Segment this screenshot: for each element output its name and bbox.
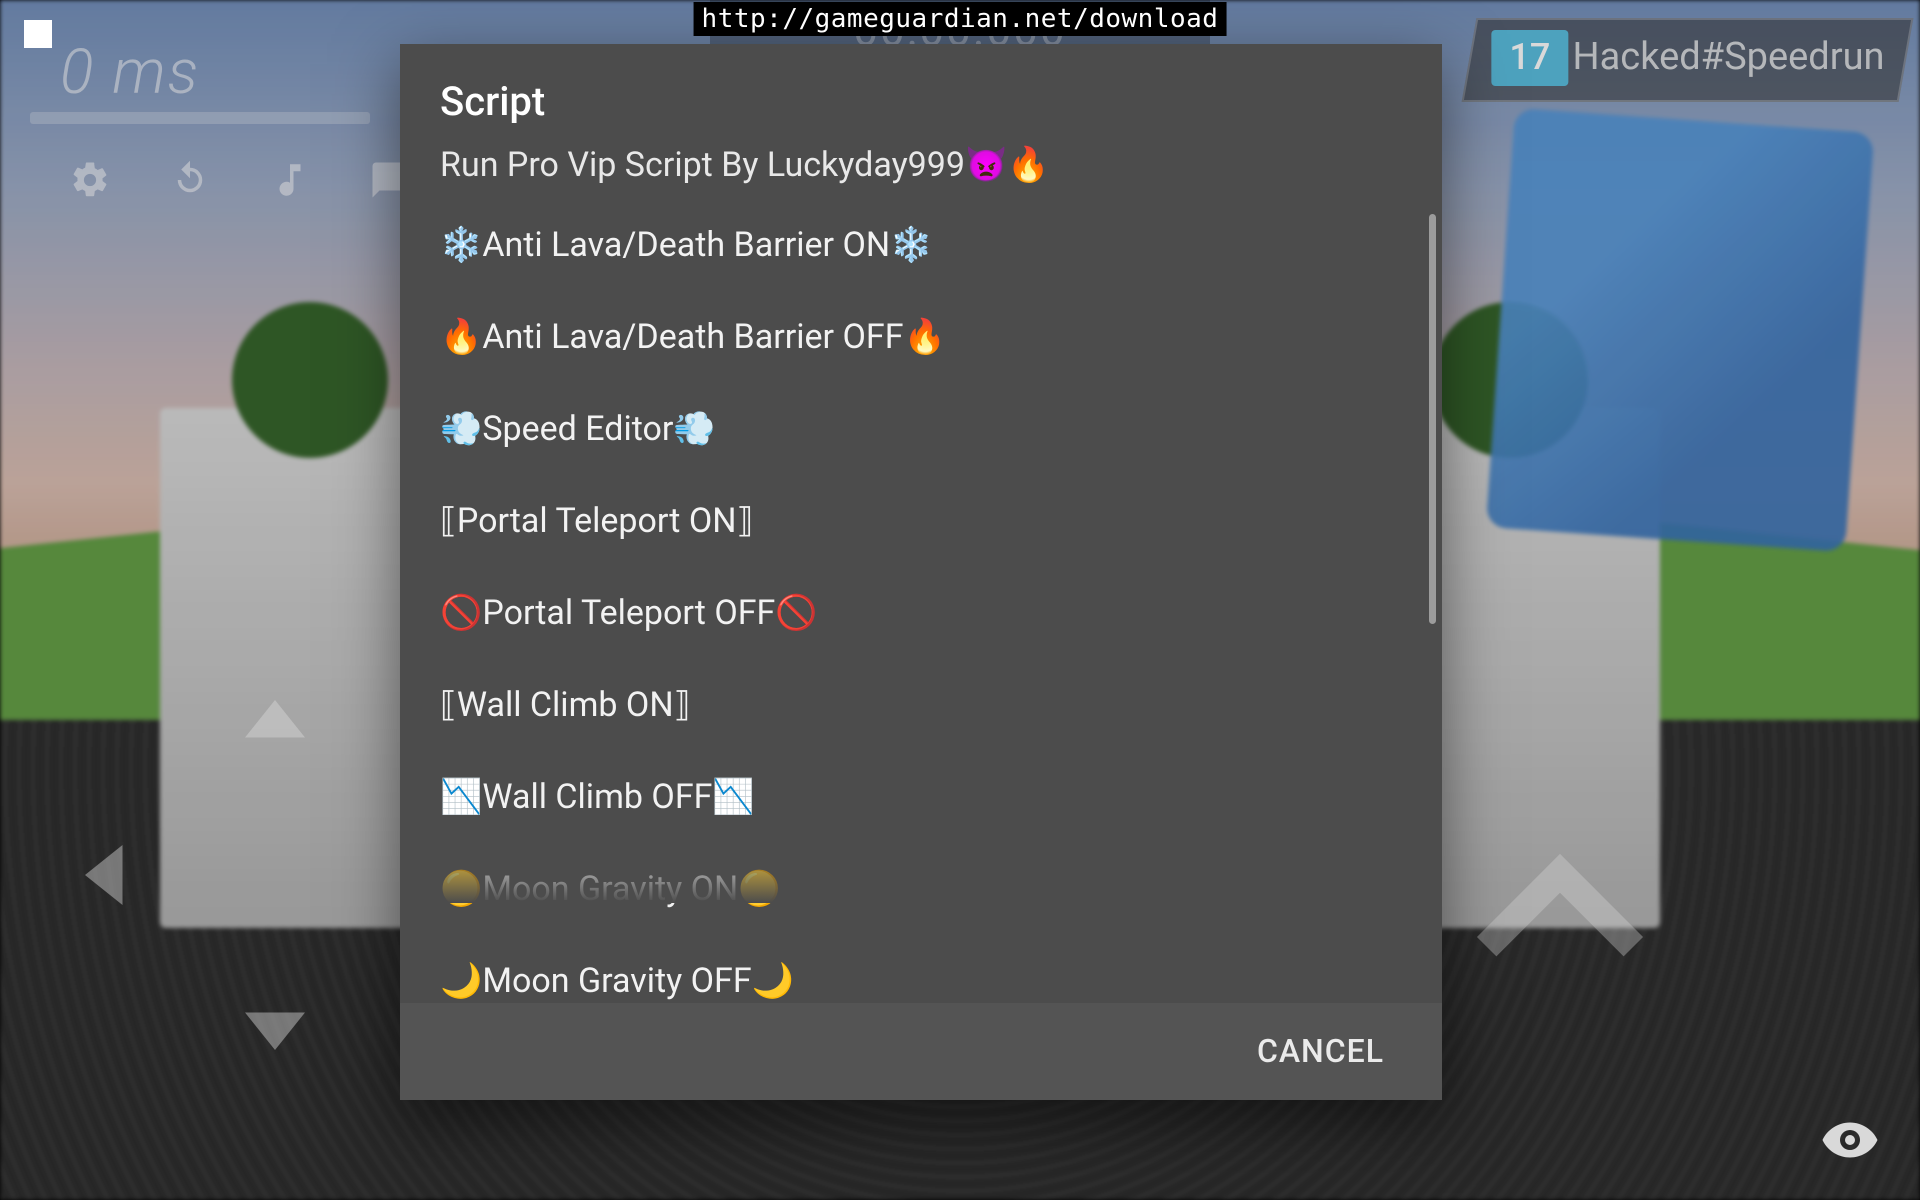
script-option[interactable]: 💨Speed Editor💨 [440, 383, 1402, 475]
script-option[interactable]: 📉Wall Climb OFF📉 [440, 751, 1402, 843]
dialog-subtitle: Run Pro Vip Script By Luckyday999👿🔥 [400, 145, 1442, 199]
dialog-title: Script [400, 44, 1442, 145]
script-option[interactable]: ❄️Anti Lava/Death Barrier ON❄️ [440, 199, 1402, 291]
script-option[interactable]: 🔥Anti Lava/Death Barrier OFF🔥 [440, 291, 1402, 383]
script-option[interactable]: 🟡Moon Gravity ON🟡 [440, 843, 1402, 935]
cancel-button[interactable]: CANCEL [1247, 1018, 1394, 1084]
script-option[interactable]: ⟦Portal Teleport ON⟧ [440, 475, 1402, 567]
script-option[interactable]: ⟦Wall Climb ON⟧ [440, 659, 1402, 751]
dialog-list[interactable]: ❄️Anti Lava/Death Barrier ON❄️🔥Anti Lava… [400, 199, 1442, 1003]
gg-url-overlay: http://gameguardian.net/download [694, 2, 1227, 36]
script-option[interactable]: 🌙Moon Gravity OFF🌙 [440, 935, 1402, 1003]
script-option[interactable]: 🚫Portal Teleport OFF🚫 [440, 567, 1402, 659]
dialog-scrollbar[interactable] [1429, 214, 1436, 624]
gg-stop-button[interactable] [24, 20, 52, 48]
script-dialog: Script Run Pro Vip Script By Luckyday999… [400, 44, 1442, 1100]
